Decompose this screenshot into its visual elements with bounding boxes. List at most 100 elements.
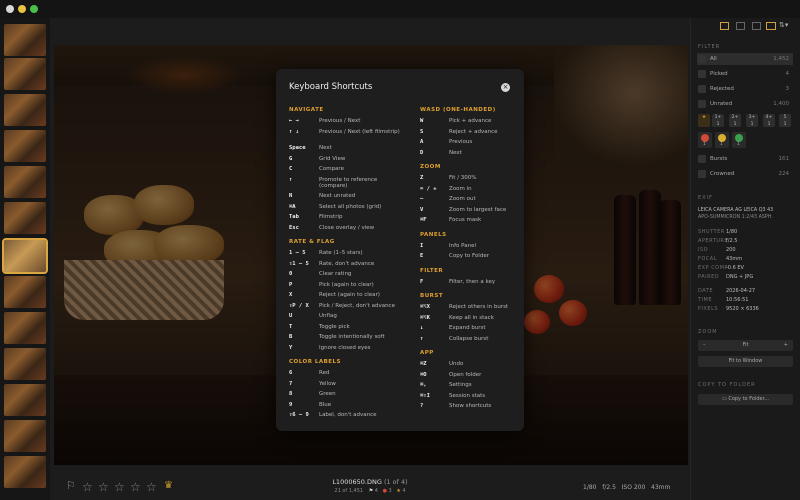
shortcut-key: Y <box>289 344 293 351</box>
rating-filter-1[interactable]: 1+ 1 <box>712 114 724 127</box>
fit-to-window-button[interactable]: Fit to Window <box>698 356 793 367</box>
copy-title: COPY TO FOLDER <box>698 382 756 388</box>
shortcut-group-title: FILTER <box>420 267 444 274</box>
shortcut-description: Filmstrip <box>319 214 343 220</box>
filmstrip-thumbnail[interactable] <box>4 166 46 198</box>
shortcut-row: ⌘O Open folder <box>420 372 520 383</box>
crown-icon[interactable]: ♛ <box>164 480 173 491</box>
filter-unrated[interactable]: Unrated 1,400 <box>697 98 793 110</box>
shortcut-row: S Reject + advance <box>420 129 520 140</box>
rating-filter-4[interactable]: 4+ 1 <box>763 114 775 127</box>
modal-title: Keyboard Shortcuts <box>289 82 373 92</box>
flag-icon[interactable]: ⚐ <box>66 479 76 492</box>
exif-key: PAIRED <box>698 274 720 280</box>
zoom-window-button[interactable] <box>30 5 38 13</box>
shortcut-key: Z <box>420 175 424 181</box>
compare-view-icon[interactable] <box>752 22 761 30</box>
shortcut-group-title: WASD (ONE-HANDED) <box>420 107 496 113</box>
shortcut-description: Reject others in burst <box>449 304 509 310</box>
rating-filter-star-icon[interactable]: ★ <box>698 114 710 127</box>
filmstrip-thumbnail[interactable] <box>4 312 46 344</box>
zoom-stepper: – Fit + <box>698 340 793 351</box>
bottom-iso: ISO 200 <box>621 484 646 491</box>
filter-picked[interactable]: Picked 4 <box>697 68 793 80</box>
rating-star-3[interactable]: ☆ <box>114 480 125 494</box>
filter-rejected[interactable]: Rejected 3 <box>697 83 793 95</box>
info-panel-icon[interactable] <box>766 22 776 30</box>
reject-count-icon: ● <box>382 488 387 494</box>
filmstrip[interactable] <box>0 18 50 500</box>
shortcut-description: Reject (again to clear) <box>319 292 380 298</box>
shortcut-row: B Toggle intentionally soft <box>289 334 414 345</box>
exif-lens: APO-SUMMICRON 1:2/43 ASPH. <box>698 215 773 220</box>
rating-star-5[interactable]: ☆ <box>146 480 157 494</box>
color-filter-red[interactable]: 1 <box>698 132 712 148</box>
filmstrip-thumbnail[interactable] <box>4 276 46 308</box>
shortcut-row: 7 Yellow <box>289 381 414 392</box>
shortcut-description: Toggle intentionally soft <box>319 334 385 340</box>
shortcut-description: Green <box>319 391 336 397</box>
shortcut-description: Clear rating <box>319 271 352 277</box>
filmstrip-thumbnail[interactable] <box>4 94 46 126</box>
pick-icon <box>698 70 706 78</box>
shortcut-row: ⇧6 – 9 Label, don't advance <box>289 412 414 423</box>
filter-bursts[interactable]: Bursts 161 <box>697 153 793 165</box>
shortcut-description: Zoom to largest face <box>449 206 507 213</box>
rating-star-4[interactable]: ☆ <box>130 480 141 494</box>
filter-crowned[interactable]: Crowned 224 <box>697 168 793 180</box>
shortcut-key: 6 <box>289 370 293 376</box>
rating-filter-2[interactable]: 2+ 1 <box>729 114 741 127</box>
shortcut-key: 7 <box>289 380 293 387</box>
single-view-icon[interactable] <box>720 22 729 30</box>
shortcut-key: ↑ ↓ <box>289 128 299 135</box>
shortcut-description: Close overlay / view <box>319 224 375 231</box>
minimize-window-button[interactable] <box>18 5 26 13</box>
exif-value: f/2.5 <box>726 238 738 244</box>
exif-camera: LEICA CAMERA AG LEICA Q3 43 <box>698 208 774 213</box>
shortcut-row: ⌘Z Undo <box>420 361 520 372</box>
exif-title: EXIF <box>698 195 713 201</box>
shortcut-key: ⇧P / X <box>289 302 309 309</box>
exif-key: TIME <box>698 297 713 303</box>
shortcut-row: ⌘F Focus mask <box>420 217 520 228</box>
rating-star-2[interactable]: ☆ <box>98 480 109 494</box>
filter-all[interactable]: All 1,452 <box>697 53 793 65</box>
shortcut-row: 9 Blue <box>289 402 414 413</box>
filmstrip-thumbnail[interactable] <box>4 24 46 56</box>
exif-value: 43mm <box>726 256 743 262</box>
rating-filter-3[interactable]: 3+ 1 <box>746 114 758 127</box>
shortcut-row: T Toggle pick <box>289 324 414 335</box>
filmstrip-thumbnail[interactable] <box>4 58 46 90</box>
shortcut-row: ↑ Collapse burst <box>420 336 520 347</box>
shortcut-description: Settings <box>449 382 472 388</box>
shortcut-row: ⌘, Settings <box>420 382 520 393</box>
unrated-icon <box>698 100 706 108</box>
grid-view-icon[interactable] <box>736 22 745 30</box>
copy-to-folder-button[interactable]: ▭ Copy to Folder... <box>698 394 793 405</box>
rating-star-1[interactable]: ☆ <box>82 480 93 494</box>
close-window-button[interactable] <box>6 5 14 13</box>
zoom-out-button[interactable]: – <box>703 340 706 351</box>
filmstrip-thumbnail[interactable] <box>4 384 46 416</box>
filmstrip-thumbnail[interactable] <box>4 456 46 488</box>
shortcut-row: ⇧P / X Pick / Reject, don't advance <box>289 303 414 314</box>
shortcut-key: ⇧6 – 9 <box>289 412 309 418</box>
shortcut-key: E <box>420 253 424 259</box>
photo-count: 21 of 1,451 <box>334 488 364 494</box>
bottom-aperture: f/2.5 <box>602 484 616 491</box>
filmstrip-thumbnail[interactable] <box>4 130 46 162</box>
zoom-in-button[interactable]: + <box>784 340 788 351</box>
filmstrip-thumbnail[interactable] <box>4 420 46 452</box>
filmstrip-thumbnail[interactable] <box>4 348 46 380</box>
shortcut-row: ↑ ↓ Previous / Next (left filmstrip) <box>289 129 414 146</box>
shortcut-key: ⌘, <box>420 382 427 388</box>
filmstrip-thumbnail-selected[interactable] <box>2 238 48 274</box>
color-filter-yellow[interactable]: 1 <box>715 132 729 148</box>
sort-icon[interactable]: ⇅▾ <box>779 21 788 29</box>
filmstrip-thumbnail[interactable] <box>4 202 46 234</box>
rating-filter-5[interactable]: 51 <box>779 114 791 127</box>
close-icon[interactable]: × <box>501 83 510 92</box>
flags-count-icon: ⚑ <box>368 488 374 494</box>
shortcut-row: 0 Clear rating <box>289 271 414 282</box>
color-filter-green[interactable]: 1 <box>732 132 746 148</box>
